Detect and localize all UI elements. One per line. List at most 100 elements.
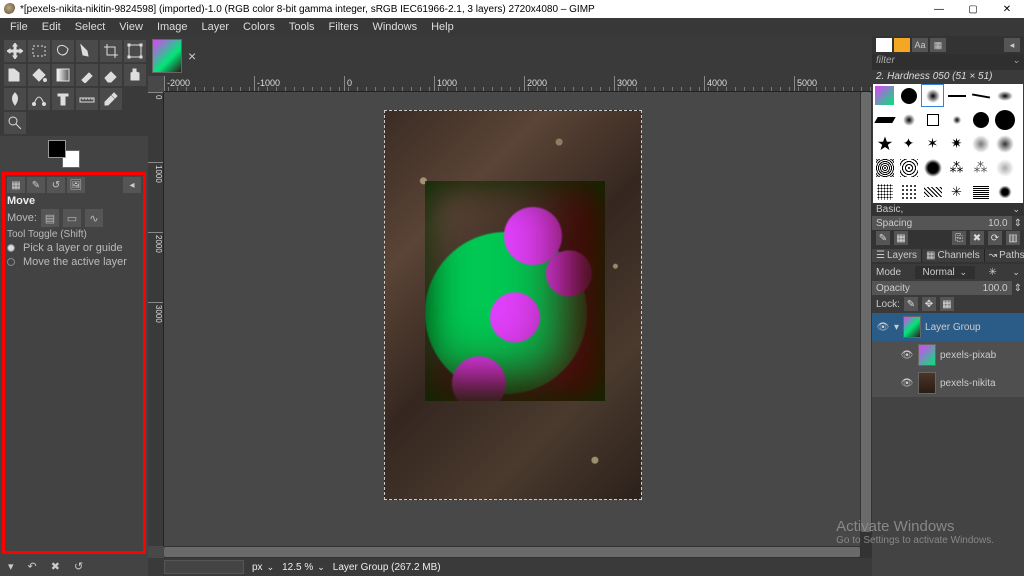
brush-item[interactable]: ⁂ — [945, 156, 968, 179]
brush-item[interactable]: ⁂ — [969, 156, 992, 179]
crop-tool[interactable] — [100, 40, 122, 62]
layer-name[interactable]: pexels-nikita — [940, 378, 996, 389]
move-target-path[interactable]: ∿ — [85, 209, 103, 227]
minimize-button[interactable]: — — [922, 0, 956, 18]
brush-item[interactable] — [897, 84, 920, 107]
menu-view[interactable]: View — [113, 20, 149, 34]
brush-grid[interactable]: ✦ ✶ ✷ ⁂ ⁂ ✳ — [873, 84, 1023, 203]
brush-item[interactable] — [969, 84, 992, 107]
transform-tool[interactable] — [124, 40, 146, 62]
menu-layer[interactable]: Layer — [196, 20, 236, 34]
brush-item[interactable] — [873, 108, 896, 131]
tab-patterns[interactable] — [894, 38, 910, 52]
brush-item[interactable] — [873, 180, 896, 203]
fgbg-swatch[interactable] — [48, 140, 80, 168]
brush-item[interactable]: ✦ — [897, 132, 920, 155]
brush-item[interactable] — [993, 156, 1016, 179]
chevron-down-icon[interactable]: ▾ — [894, 322, 899, 333]
dock-tab-images[interactable]: 🖼 — [67, 177, 85, 193]
tab-fonts[interactable]: Aa — [912, 38, 928, 52]
brush-item[interactable] — [873, 132, 896, 155]
tab-channels[interactable]: ▦Channels — [922, 249, 985, 262]
brush-dock-menu[interactable]: ◂ — [1004, 38, 1020, 52]
brush-item[interactable] — [993, 84, 1016, 107]
layer-mode-select[interactable]: Normal — [915, 266, 976, 279]
layer-item[interactable]: 👁 pexels-pixab — [872, 341, 1024, 369]
fuzzy-select-tool[interactable] — [76, 40, 98, 62]
brush-item[interactable] — [921, 156, 944, 179]
save-options-icon[interactable]: ▾ — [8, 560, 14, 573]
menu-help[interactable]: Help — [425, 20, 460, 34]
measure-tool[interactable] — [76, 88, 98, 110]
reset-options-icon[interactable]: ↺ — [74, 560, 83, 573]
path-tool[interactable] — [28, 88, 50, 110]
brush-item[interactable] — [873, 156, 896, 179]
brush-edit-icon[interactable]: ✎ — [876, 231, 890, 245]
eye-icon[interactable]: 👁 — [900, 350, 914, 361]
menu-filters[interactable]: Filters — [323, 20, 365, 34]
zoom-tool[interactable] — [4, 112, 26, 134]
lock-position-icon[interactable]: ✥ — [922, 297, 936, 311]
menu-tools[interactable]: Tools — [283, 20, 321, 34]
brush-item[interactable] — [969, 108, 992, 131]
image-tab-thumb[interactable] — [152, 39, 182, 73]
canvas[interactable] — [164, 92, 872, 546]
smudge-tool[interactable] — [4, 88, 26, 110]
brush-item[interactable] — [873, 84, 896, 107]
brush-dup-icon[interactable]: ⎘ — [952, 231, 966, 245]
radio-move-active[interactable]: Move the active layer — [7, 256, 141, 268]
close-button[interactable]: ✕ — [990, 0, 1024, 18]
brush-item[interactable] — [945, 108, 968, 131]
clone-tool[interactable] — [124, 64, 146, 86]
layer-item[interactable]: 👁 pexels-nikita — [872, 369, 1024, 397]
brush-item[interactable] — [993, 108, 1016, 131]
layer-name[interactable]: pexels-pixab — [940, 350, 996, 361]
v-scrollbar[interactable] — [860, 92, 872, 546]
brush-del-icon[interactable]: ✖ — [970, 231, 984, 245]
brush-item[interactable]: ✶ — [921, 132, 944, 155]
brush-item[interactable] — [897, 156, 920, 179]
gradient-tool[interactable] — [52, 64, 74, 86]
menu-select[interactable]: Select — [69, 20, 112, 34]
delete-options-icon[interactable]: ✖ — [51, 560, 60, 573]
bucket-fill-tool[interactable] — [28, 64, 50, 86]
unit-dropdown[interactable]: px — [252, 562, 274, 573]
layer-name[interactable]: Layer Group — [925, 322, 981, 333]
brush-item[interactable] — [897, 108, 920, 131]
tab-paths[interactable]: ↝Paths — [985, 249, 1024, 262]
rect-select-tool[interactable] — [28, 40, 50, 62]
tab-history[interactable]: ▦ — [930, 38, 946, 52]
h-scrollbar[interactable] — [164, 546, 872, 558]
brush-refresh-icon[interactable]: ⟳ — [988, 231, 1002, 245]
brush-item[interactable] — [945, 84, 968, 107]
image-tab-close[interactable]: × — [188, 48, 196, 64]
brush-filter[interactable]: filter — [876, 55, 895, 69]
warp-tool[interactable] — [4, 64, 26, 86]
tab-brushes[interactable] — [876, 38, 892, 52]
layer-opacity-slider[interactable]: Opacity100.0 — [872, 281, 1012, 295]
layer-switch-icon[interactable]: ✳ — [989, 267, 997, 278]
zoom-dropdown[interactable]: 12.5 % — [282, 562, 325, 573]
brush-spacing-slider[interactable]: Spacing10.0 — [872, 216, 1012, 230]
menu-windows[interactable]: Windows — [366, 20, 423, 34]
brush-item[interactable] — [993, 180, 1016, 203]
move-tool[interactable] — [4, 40, 26, 62]
brush-item[interactable] — [969, 132, 992, 155]
eye-icon[interactable]: 👁 — [876, 322, 890, 333]
brush-item[interactable]: ✳ — [945, 180, 968, 203]
menu-colors[interactable]: Colors — [237, 20, 281, 34]
dock-tab-device[interactable]: ✎ — [27, 177, 45, 193]
brush-item[interactable] — [921, 84, 944, 107]
color-picker-tool[interactable] — [100, 88, 122, 110]
brush-item[interactable] — [921, 108, 944, 131]
dock-tab-undo[interactable]: ↺ — [47, 177, 65, 193]
brush-item[interactable] — [921, 180, 944, 203]
radio-pick-layer[interactable]: Pick a layer or guide — [7, 242, 141, 254]
layer-item-group[interactable]: 👁 ▾ Layer Group — [872, 313, 1024, 341]
lock-pixels-icon[interactable]: ✎ — [904, 297, 918, 311]
v-ruler[interactable]: 0 1000 2000 3000 — [148, 92, 164, 546]
brush-item[interactable] — [993, 132, 1016, 155]
brush-mode-select[interactable]: Basic, — [876, 204, 903, 215]
paintbrush-tool[interactable] — [76, 64, 98, 86]
h-ruler[interactable]: -2000 -1000 0 1000 2000 3000 4000 5000 — [164, 76, 872, 92]
